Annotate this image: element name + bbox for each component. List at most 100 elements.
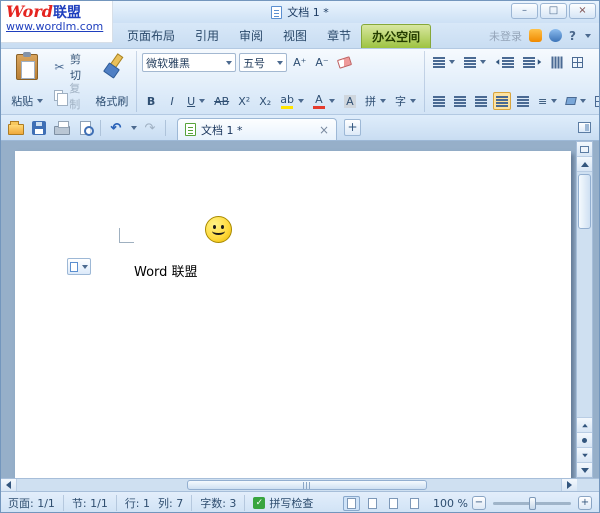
status-word-count[interactable]: 字数: 3 — [200, 495, 245, 511]
promo-icon[interactable] — [529, 29, 542, 42]
undo-button[interactable]: ↶ — [106, 118, 126, 138]
align-center-button[interactable] — [451, 92, 469, 110]
increase-indent-button[interactable] — [520, 53, 545, 71]
login-status[interactable]: 未登录 — [489, 28, 522, 44]
zoom-out-button[interactable]: − — [472, 496, 486, 510]
save-button[interactable] — [29, 118, 49, 138]
tab-references[interactable]: 引用 — [185, 24, 229, 48]
previous-page-button[interactable] — [577, 417, 592, 432]
tab-page-layout[interactable]: 页面布局 — [117, 24, 185, 48]
outline-view-button[interactable] — [406, 496, 423, 511]
print-button[interactable] — [52, 118, 72, 138]
smiley-shape[interactable] — [205, 216, 232, 243]
font-size-select[interactable]: 五号 — [239, 53, 287, 72]
clear-format-button[interactable] — [335, 54, 354, 72]
tab-close-icon[interactable]: × — [319, 124, 329, 136]
underline-dropdown-icon[interactable] — [199, 99, 205, 103]
align-right-button[interactable] — [472, 92, 490, 110]
font-name-select[interactable]: 微软雅黑 — [142, 53, 236, 72]
line-spacing-dropdown-icon[interactable] — [551, 99, 557, 103]
horizontal-scrollbar[interactable] — [1, 478, 599, 492]
print-preview-button[interactable] — [75, 118, 95, 138]
vertical-scroll-track[interactable] — [577, 231, 592, 417]
bullet-list-button[interactable] — [430, 53, 458, 71]
vertical-scrollbar[interactable] — [576, 141, 593, 478]
align-distribute-button[interactable] — [514, 92, 532, 110]
zoom-in-button[interactable]: + — [578, 496, 592, 510]
align-left-button[interactable] — [430, 92, 448, 110]
enclose-characters-button[interactable]: 字 — [392, 92, 419, 110]
maximize-button[interactable]: □ — [540, 3, 567, 19]
highlight-button[interactable]: ab — [277, 92, 307, 110]
ruler-toggle-button[interactable] — [577, 142, 592, 157]
tab-section[interactable]: 章节 — [317, 24, 361, 48]
font-name-dropdown-icon[interactable] — [226, 61, 232, 65]
horizontal-scroll-thumb[interactable] — [187, 480, 427, 490]
paste-button[interactable]: 粘贴 — [8, 53, 46, 110]
superscript-button[interactable]: X² — [235, 92, 253, 110]
format-painter-button[interactable]: 格式刷 — [93, 53, 131, 110]
ribbon-collapse-icon[interactable] — [585, 34, 591, 38]
scroll-up-button[interactable] — [577, 157, 592, 172]
copy-button[interactable]: 复制 — [50, 87, 88, 105]
align-justify-button[interactable] — [493, 92, 511, 110]
close-button[interactable]: × — [569, 3, 596, 19]
enclose-dropdown-icon[interactable] — [410, 99, 416, 103]
char-shading-button[interactable]: A — [341, 92, 359, 110]
numbered-list-button[interactable] — [461, 53, 489, 71]
smart-tag-button[interactable] — [67, 258, 91, 275]
zoom-slider-thumb[interactable] — [529, 497, 536, 510]
tab-view[interactable]: 视图 — [273, 24, 317, 48]
shading-button[interactable] — [563, 92, 589, 110]
print-layout-view-button[interactable] — [343, 496, 360, 511]
browse-object-button[interactable] — [577, 432, 592, 447]
minimize-button[interactable]: – — [511, 3, 538, 19]
shading-dropdown-icon[interactable] — [580, 99, 586, 103]
zoom-slider[interactable] — [493, 502, 571, 505]
font-size-dropdown-icon[interactable] — [277, 61, 283, 65]
phonetic-dropdown-icon[interactable] — [380, 99, 386, 103]
theme-icon[interactable] — [549, 29, 562, 42]
fullscreen-view-button[interactable] — [364, 496, 381, 511]
bullet-list-dropdown-icon[interactable] — [449, 60, 455, 64]
font-color-dropdown-icon[interactable] — [329, 99, 335, 103]
font-color-button[interactable]: A — [310, 92, 338, 110]
highlight-dropdown-icon[interactable] — [298, 99, 304, 103]
next-page-button[interactable] — [577, 447, 592, 462]
table-grid-button[interactable] — [569, 53, 587, 71]
paste-dropdown-icon[interactable] — [37, 99, 43, 103]
grow-font-button[interactable]: A⁺ — [290, 54, 309, 72]
web-layout-view-button[interactable] — [385, 496, 402, 511]
line-spacing-button[interactable]: ≡ — [535, 92, 560, 110]
tab-office-space[interactable]: 办公空间 — [361, 24, 431, 48]
open-file-button[interactable] — [6, 118, 26, 138]
decrease-indent-button[interactable] — [492, 53, 517, 71]
strikethrough-button[interactable]: AB — [211, 92, 232, 110]
borders-button[interactable] — [592, 92, 600, 110]
help-button[interactable]: ? — [569, 29, 576, 43]
vertical-scroll-thumb[interactable] — [578, 174, 591, 229]
scroll-left-button[interactable] — [1, 479, 17, 491]
numbered-list-dropdown-icon[interactable] — [480, 60, 486, 64]
spellcheck-button[interactable]: ✓ 拼写检查 — [253, 495, 313, 511]
document-tab[interactable]: 文档 1 * × — [177, 118, 337, 140]
smart-tag-dropdown-icon[interactable] — [82, 265, 88, 269]
subscript-button[interactable]: X₂ — [256, 92, 274, 110]
phonetic-guide-button[interactable]: 拼 — [362, 92, 389, 110]
underline-button[interactable]: U — [184, 92, 208, 110]
redo-button[interactable]: ↷ — [140, 118, 160, 138]
tab-review[interactable]: 审阅 — [229, 24, 273, 48]
italic-button[interactable]: I — [163, 92, 181, 110]
text-direction-button[interactable] — [548, 53, 566, 71]
horizontal-scroll-track[interactable] — [17, 479, 561, 491]
zoom-value[interactable]: 100 % — [433, 497, 468, 510]
cut-button[interactable]: ✂ 剪切 — [50, 58, 88, 76]
task-pane-button[interactable] — [574, 118, 594, 138]
undo-dropdown-icon[interactable] — [131, 126, 137, 130]
shrink-font-button[interactable]: A⁻ — [312, 54, 331, 72]
new-tab-button[interactable]: + — [344, 119, 361, 136]
bold-button[interactable]: B — [142, 92, 160, 110]
scroll-down-button[interactable] — [577, 462, 592, 477]
scroll-right-button[interactable] — [561, 479, 577, 491]
document-page[interactable]: Word 联盟 — [15, 151, 571, 478]
